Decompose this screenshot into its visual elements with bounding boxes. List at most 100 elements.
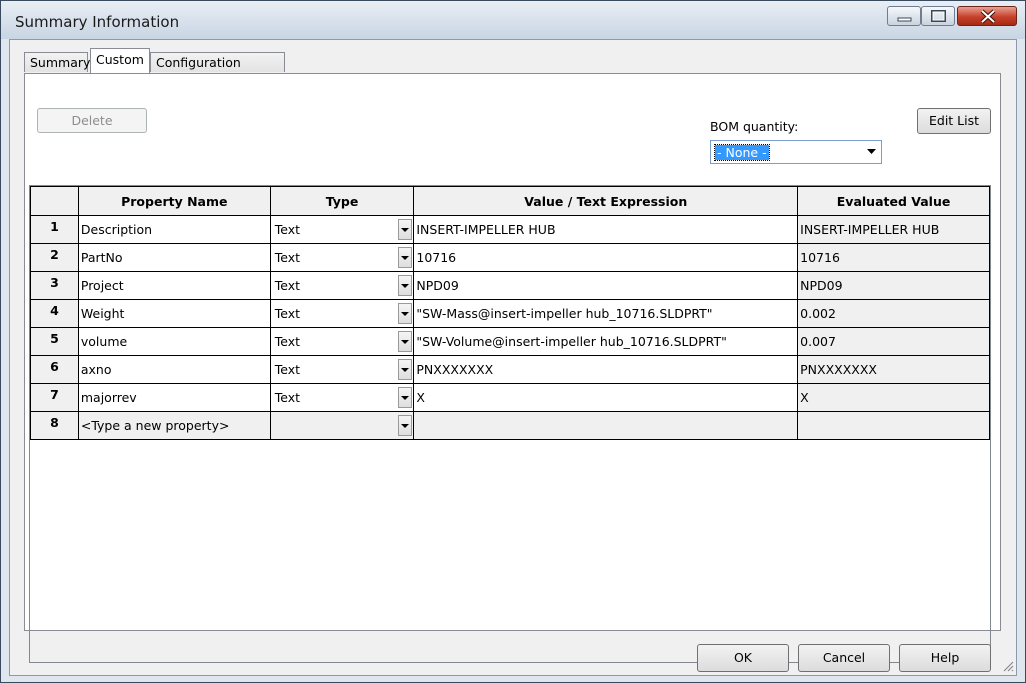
type-value: Text	[274, 334, 301, 349]
evaluated-value-cell: PNXXXXXXX	[797, 355, 990, 384]
chevron-down-icon	[401, 396, 410, 400]
chevron-down-icon	[401, 340, 410, 344]
bom-quantity-select[interactable]: - None -	[710, 140, 882, 164]
chevron-down-icon	[401, 368, 410, 372]
type-cell[interactable]: Text	[269, 383, 415, 412]
value-cell[interactable]: 10716	[413, 243, 799, 272]
summary-information-dialog: Summary Information Summary Custom Confi…	[0, 0, 1026, 683]
bom-quantity-label: BOM quantity:	[710, 119, 799, 134]
row-number[interactable]: 2	[30, 243, 79, 272]
custom-properties-panel: Delete BOM quantity: - None - Edit List …	[24, 73, 1001, 663]
column-header-value[interactable]: Value / Text Expression	[413, 186, 799, 216]
help-button[interactable]: Help	[899, 644, 991, 672]
tab-label: Summary	[30, 55, 91, 70]
properties-table: Property Name Type Value / Text Expressi…	[30, 186, 990, 440]
evaluated-value-cell: 0.002	[797, 299, 990, 328]
type-dropdown-button[interactable]	[398, 387, 413, 408]
type-dropdown-button[interactable]	[398, 219, 413, 240]
title-bar[interactable]: Summary Information	[1, 1, 1025, 39]
table-row: 2 PartNo Text 10716 10716	[30, 243, 990, 272]
type-dropdown-button[interactable]	[398, 275, 413, 296]
table-row: 3 Project Text NPD09 NPD09	[30, 271, 990, 300]
window-title: Summary Information	[15, 13, 180, 31]
table-row: 1 Description Text INSERT-IMPELLER HUB I…	[30, 215, 990, 244]
maximize-icon	[931, 10, 946, 22]
property-name-cell[interactable]: volume	[77, 327, 271, 356]
value-cell[interactable]: "SW-Volume@insert-impeller hub_10716.SLD…	[413, 327, 799, 356]
value-cell[interactable]: "SW-Mass@insert-impeller hub_10716.SLDPR…	[413, 299, 799, 328]
minimize-button[interactable]	[887, 6, 921, 26]
evaluated-value-cell: NPD09	[797, 271, 990, 300]
table-row: 4 Weight Text "SW-Mass@insert-impeller h…	[30, 299, 990, 328]
row-number[interactable]: 8	[30, 411, 79, 440]
value-cell[interactable]: PNXXXXXXX	[413, 355, 799, 384]
maximize-button[interactable]	[921, 6, 955, 26]
delete-button[interactable]: Delete	[37, 108, 147, 133]
property-name-cell[interactable]: Project	[77, 271, 271, 300]
evaluated-value-cell: 10716	[797, 243, 990, 272]
column-header-evaluated-value[interactable]: Evaluated Value	[797, 186, 990, 216]
table-row: 5 volume Text "SW-Volume@insert-impeller…	[30, 327, 990, 356]
tab-label: Custom	[96, 52, 144, 67]
tab-custom[interactable]: Custom	[90, 48, 150, 73]
evaluated-value-cell	[797, 411, 990, 440]
close-button[interactable]	[957, 6, 1017, 26]
evaluated-value-cell: 0.007	[797, 327, 990, 356]
evaluated-value-cell: X	[797, 383, 990, 412]
tab-configuration-specific[interactable]: Configuration Specific	[150, 52, 285, 90]
table-row: 6 axno Text PNXXXXXXX PNXXXXXXX	[30, 355, 990, 384]
property-name-cell[interactable]: Weight	[77, 299, 271, 328]
chevron-down-icon	[401, 284, 410, 288]
row-number[interactable]: 4	[30, 299, 79, 328]
type-cell[interactable]: Text	[269, 327, 415, 356]
property-name-cell[interactable]: majorrev	[77, 383, 271, 412]
type-dropdown-button[interactable]	[398, 247, 413, 268]
edit-list-button[interactable]: Edit List	[917, 108, 991, 134]
cancel-button[interactable]: Cancel	[798, 644, 890, 672]
row-number[interactable]: 3	[30, 271, 79, 300]
type-cell[interactable]: Text	[269, 299, 415, 328]
evaluated-value-cell: INSERT-IMPELLER HUB	[797, 215, 990, 244]
column-header-type[interactable]: Type	[269, 186, 415, 216]
new-property-input[interactable]: <Type a new property>	[77, 411, 271, 440]
new-property-row: 8 <Type a new property>	[30, 411, 990, 440]
corner-cell[interactable]	[30, 186, 79, 216]
type-value: Text	[274, 222, 301, 237]
type-value: Text	[274, 390, 301, 405]
type-value: Text	[274, 306, 301, 321]
chevron-down-icon	[401, 256, 410, 260]
row-number[interactable]: 7	[30, 383, 79, 412]
type-dropdown-button[interactable]	[398, 415, 413, 436]
type-value: Text	[274, 278, 301, 293]
row-number[interactable]: 5	[30, 327, 79, 356]
type-dropdown-button[interactable]	[398, 359, 413, 380]
type-cell[interactable]: Text	[269, 355, 415, 384]
chevron-down-icon	[401, 424, 410, 428]
property-name-cell[interactable]: axno	[77, 355, 271, 384]
type-cell[interactable]: Text	[269, 215, 415, 244]
close-icon	[980, 9, 996, 24]
type-cell[interactable]	[269, 411, 415, 440]
chevron-down-icon	[401, 228, 410, 232]
chevron-down-icon	[867, 149, 876, 154]
ok-button[interactable]: OK	[697, 644, 789, 672]
bom-quantity-value: - None -	[714, 144, 770, 161]
value-cell[interactable]	[413, 411, 799, 440]
value-cell[interactable]: INSERT-IMPELLER HUB	[413, 215, 799, 244]
value-cell[interactable]: NPD09	[413, 271, 799, 300]
column-header-property-name[interactable]: Property Name	[77, 186, 271, 216]
property-name-cell[interactable]: Description	[77, 215, 271, 244]
tab-summary[interactable]: Summary	[24, 52, 91, 72]
value-cell[interactable]: X	[413, 383, 799, 412]
row-number[interactable]: 1	[30, 215, 79, 244]
type-cell[interactable]: Text	[269, 271, 415, 300]
row-number[interactable]: 6	[30, 355, 79, 384]
chevron-down-icon	[401, 312, 410, 316]
type-dropdown-button[interactable]	[398, 331, 413, 352]
type-dropdown-button[interactable]	[398, 303, 413, 324]
header-row: Property Name Type Value / Text Expressi…	[30, 186, 990, 216]
type-value: Text	[274, 250, 301, 265]
type-cell[interactable]: Text	[269, 243, 415, 272]
property-name-cell[interactable]: PartNo	[77, 243, 271, 272]
resize-grip-icon[interactable]	[1002, 660, 1014, 672]
